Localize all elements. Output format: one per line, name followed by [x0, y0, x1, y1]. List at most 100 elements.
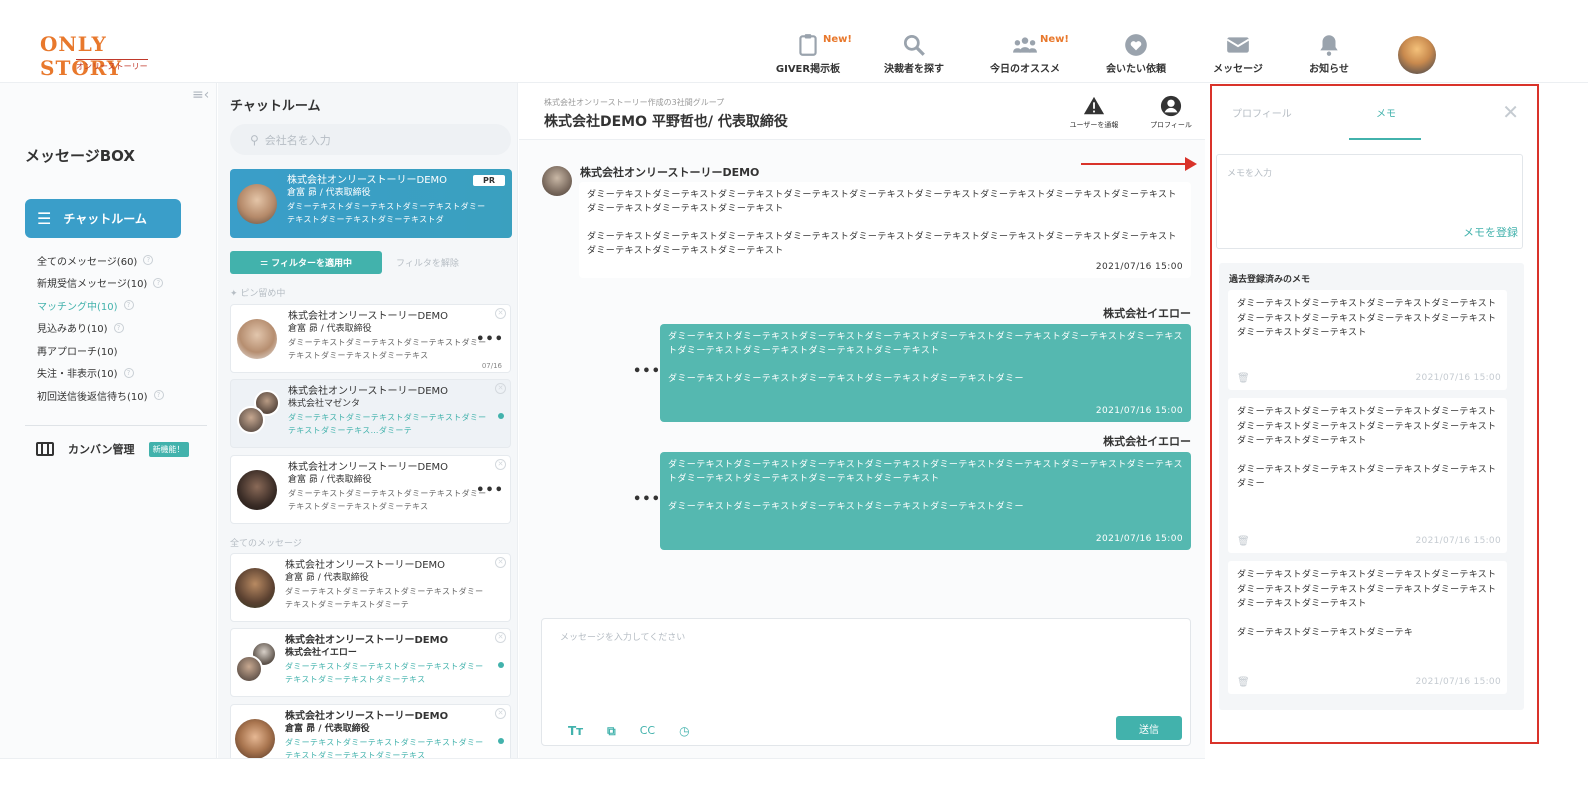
all-messages-section-label: 全てのメッセージ: [230, 539, 302, 549]
help-icon[interactable]: ?: [153, 277, 164, 288]
company-search-input[interactable]: ⚲ 会社名を入力: [230, 124, 511, 155]
filter-lost-hidden[interactable]: 失注・非表示(10)?: [37, 362, 164, 385]
chatroom-button[interactable]: ☰ チャットルーム: [25, 199, 181, 238]
report-user-button[interactable]: ユーザーを通報: [1062, 95, 1126, 130]
chat-card[interactable]: 株式会社オンリーストーリーDEMO 株式会社イエロー ダミーテキストダミーテキストダ…: [230, 628, 511, 697]
clear-filter-link[interactable]: フィルタを解除: [396, 256, 459, 269]
trash-icon[interactable]: 🗑: [1237, 372, 1250, 387]
filter-label: 初回送信後返信待ち(10): [37, 391, 148, 403]
card-company: 株式会社オンリーストーリーDEMO: [285, 635, 449, 646]
logo[interactable]: ONLY STORY オンリーストーリー: [40, 32, 170, 80]
close-icon[interactable]: ✕: [495, 632, 506, 643]
nav-find-decision-makers[interactable]: 決裁者を探す: [859, 32, 969, 75]
memo-placeholder: メモを入力: [1227, 169, 1273, 179]
memo-item: ダミーテキストダミーテキストダミーテキストダミーテキストダミーテキストダミーテキ…: [1228, 561, 1507, 694]
conversation-header: 株式会社オンリーストーリー作成の3社間グループ 株式会社DEMO 平野哲也/ 代…: [519, 83, 1205, 140]
conversation-subtitle: 株式会社オンリーストーリー作成の3社間グループ: [544, 98, 725, 107]
memo-text: ダミーテキストダミーテキストダミーテキストダミーテキストダミー: [1237, 464, 1497, 490]
tab-profile[interactable]: プロフィール: [1232, 105, 1292, 120]
filter-label: マッチング中(10): [37, 301, 118, 313]
annotation-arrow: [1081, 157, 1197, 171]
help-icon[interactable]: ?: [123, 367, 134, 378]
collapse-sidebar-icon[interactable]: ≡‹: [192, 87, 209, 103]
heart-icon: [1125, 34, 1147, 56]
user-avatar[interactable]: [1398, 36, 1436, 74]
conversation-title: 株式会社DEMO 平野哲也/ 代表取締役: [544, 114, 788, 130]
tab-memo[interactable]: メモ: [1376, 105, 1396, 120]
memo-time: 2021/07/16 15:00: [1415, 535, 1501, 546]
message-text: ダミーテキストダミーテキストダミーテキストダミーテキストダミーテキストダミー: [668, 502, 1024, 512]
filter-all-messages[interactable]: 全てのメッセージ(60)?: [37, 249, 164, 272]
outgoing-message: ダミーテキストダミーテキストダミーテキストダミーテキストダミーテキストダミーテキ…: [660, 452, 1191, 550]
pin-icon: ✦: [230, 289, 241, 299]
message-compose[interactable]: メッセージを入力してください Tт ⧉ CC ◷ 送信: [541, 618, 1191, 746]
kanban-link[interactable]: カンバン管理 新機能！: [36, 441, 189, 457]
nav-giver-board[interactable]: New! GIVER掲示板: [753, 32, 863, 75]
filter-row: ⚌ フィルターを適用中 フィルタを解除: [230, 251, 459, 274]
nav-meeting-requests[interactable]: 会いたい依頼: [1081, 32, 1191, 75]
memo-input[interactable]: メモを入力 メモを登録: [1216, 154, 1523, 249]
close-icon[interactable]: ✕: [495, 557, 506, 568]
close-icon[interactable]: ✕: [495, 383, 506, 394]
help-icon[interactable]: ?: [113, 322, 124, 333]
more-icon[interactable]: •••: [476, 483, 504, 498]
message-more-icon[interactable]: •••: [633, 492, 661, 507]
more-icon[interactable]: •••: [476, 332, 504, 347]
search-icon: ⚲: [250, 132, 259, 147]
memo-item: ダミーテキストダミーテキストダミーテキストダミーテキストダミーテキストダミーテキ…: [1228, 290, 1507, 390]
past-memos: 過去登録済みのメモ ダミーテキストダミーテキストダミーテキストダミーテキストダミ…: [1219, 263, 1524, 710]
close-icon[interactable]: ✕: [495, 459, 506, 470]
memo-time: 2021/07/16 15:00: [1415, 372, 1501, 383]
close-icon[interactable]: ✕: [495, 708, 506, 719]
card-preview: ダミーテキストダミーテキストダミーテキストダミーテキストダミーテキストダミーテキ…: [287, 202, 486, 224]
card-company: 株式会社オンリーストーリーDEMO: [285, 711, 449, 722]
close-icon[interactable]: ✕: [495, 308, 506, 319]
message-text: ダミーテキストダミーテキストダミーテキストダミーテキストダミーテキストダミーテキ…: [587, 232, 1177, 256]
unread-dot: [498, 413, 504, 419]
pr-badge: PR: [472, 175, 505, 186]
filter-awaiting-reply[interactable]: 初回送信後返信待ち(10)?: [37, 384, 164, 407]
filter-new-received[interactable]: 新規受信メッセージ(10)?: [37, 272, 164, 295]
filter-applied-button[interactable]: ⚌ フィルターを適用中: [230, 251, 382, 274]
filter-matching[interactable]: マッチング中(10)?: [37, 294, 164, 317]
conversation-pane: 株式会社オンリーストーリー作成の3社間グループ 株式会社DEMO 平野哲也/ 代…: [519, 83, 1205, 758]
filter-label: 見込みあり(10): [37, 324, 108, 336]
clock-icon[interactable]: ◷: [679, 724, 689, 739]
active-tab-indicator: [1349, 138, 1421, 140]
send-button[interactable]: 送信: [1116, 716, 1182, 740]
logo-subtext: オンリーストーリー: [76, 59, 148, 72]
memo-text: ダミーテキストダミーテキストダミーテキ: [1237, 627, 1414, 638]
chat-card[interactable]: 株式会社オンリーストーリーDEMO 倉富 昴 / 代表取締役 ダミーテキストダミーテ…: [230, 553, 511, 622]
help-icon[interactable]: ?: [123, 300, 134, 311]
card-date: 07/16: [481, 362, 502, 370]
avatar: [235, 719, 275, 758]
filter-prospective[interactable]: 見込みあり(10)?: [37, 317, 164, 340]
unread-dot: [498, 738, 504, 744]
close-icon[interactable]: ✕: [1502, 100, 1519, 124]
help-icon[interactable]: ?: [153, 390, 164, 401]
message-sender: 株式会社オンリーストーリーDEMO: [580, 166, 760, 179]
nav-todays-recommendations[interactable]: New! 今日のオススメ: [970, 32, 1080, 75]
text-format-icon[interactable]: Tт: [568, 724, 583, 739]
new-feature-badge: 新機能！: [148, 441, 189, 457]
message-more-icon[interactable]: •••: [633, 364, 661, 379]
card-preview: ダミーテキストダミーテキストダミーテキストダミーテキストダミーテキストダミーテ: [285, 587, 484, 609]
chat-card[interactable]: 株式会社オンリーストーリーDEMO 倉富 昴 / 代表取締役 ダミーテキストダミーテ…: [230, 304, 511, 373]
cc-button[interactable]: CC: [640, 724, 655, 739]
trash-icon[interactable]: 🗑: [1237, 535, 1250, 550]
nav-notifications[interactable]: お知らせ: [1274, 32, 1384, 75]
trash-icon[interactable]: 🗑: [1237, 676, 1250, 691]
pr-chat-card[interactable]: 株式会社オンリーストーリーDEMO 倉富 昴 / 代表取締役 ダミーテキストダミ…: [230, 169, 512, 238]
past-memos-title: 過去登録済みのメモ: [1229, 275, 1311, 285]
incoming-message: ダミーテキストダミーテキストダミーテキストダミーテキストダミーテキストダミーテキ…: [579, 182, 1191, 278]
card-person: 株式会社マゼンタ: [288, 399, 361, 409]
profile-button[interactable]: プロフィール: [1139, 95, 1203, 130]
filter-reapproach[interactable]: 再アプローチ(10): [37, 339, 164, 362]
card-person: 倉富 昴 / 代表取締役: [288, 475, 372, 485]
chat-card[interactable]: 株式会社オンリーストーリーDEMO 株式会社マゼンタ ダミーテキストダミーテキストダ…: [230, 379, 511, 448]
help-icon[interactable]: ?: [143, 255, 154, 266]
copy-icon[interactable]: ⧉: [607, 724, 616, 739]
chat-card[interactable]: 株式会社オンリーストーリーDEMO 倉富 昴 / 代表取締役 ダミーテキストダミーテ…: [230, 704, 511, 758]
chat-card[interactable]: 株式会社オンリーストーリーDEMO 倉富 昴 / 代表取締役 ダミーテキストダミーテ…: [230, 455, 511, 524]
register-memo-button[interactable]: メモを登録: [1463, 224, 1518, 240]
